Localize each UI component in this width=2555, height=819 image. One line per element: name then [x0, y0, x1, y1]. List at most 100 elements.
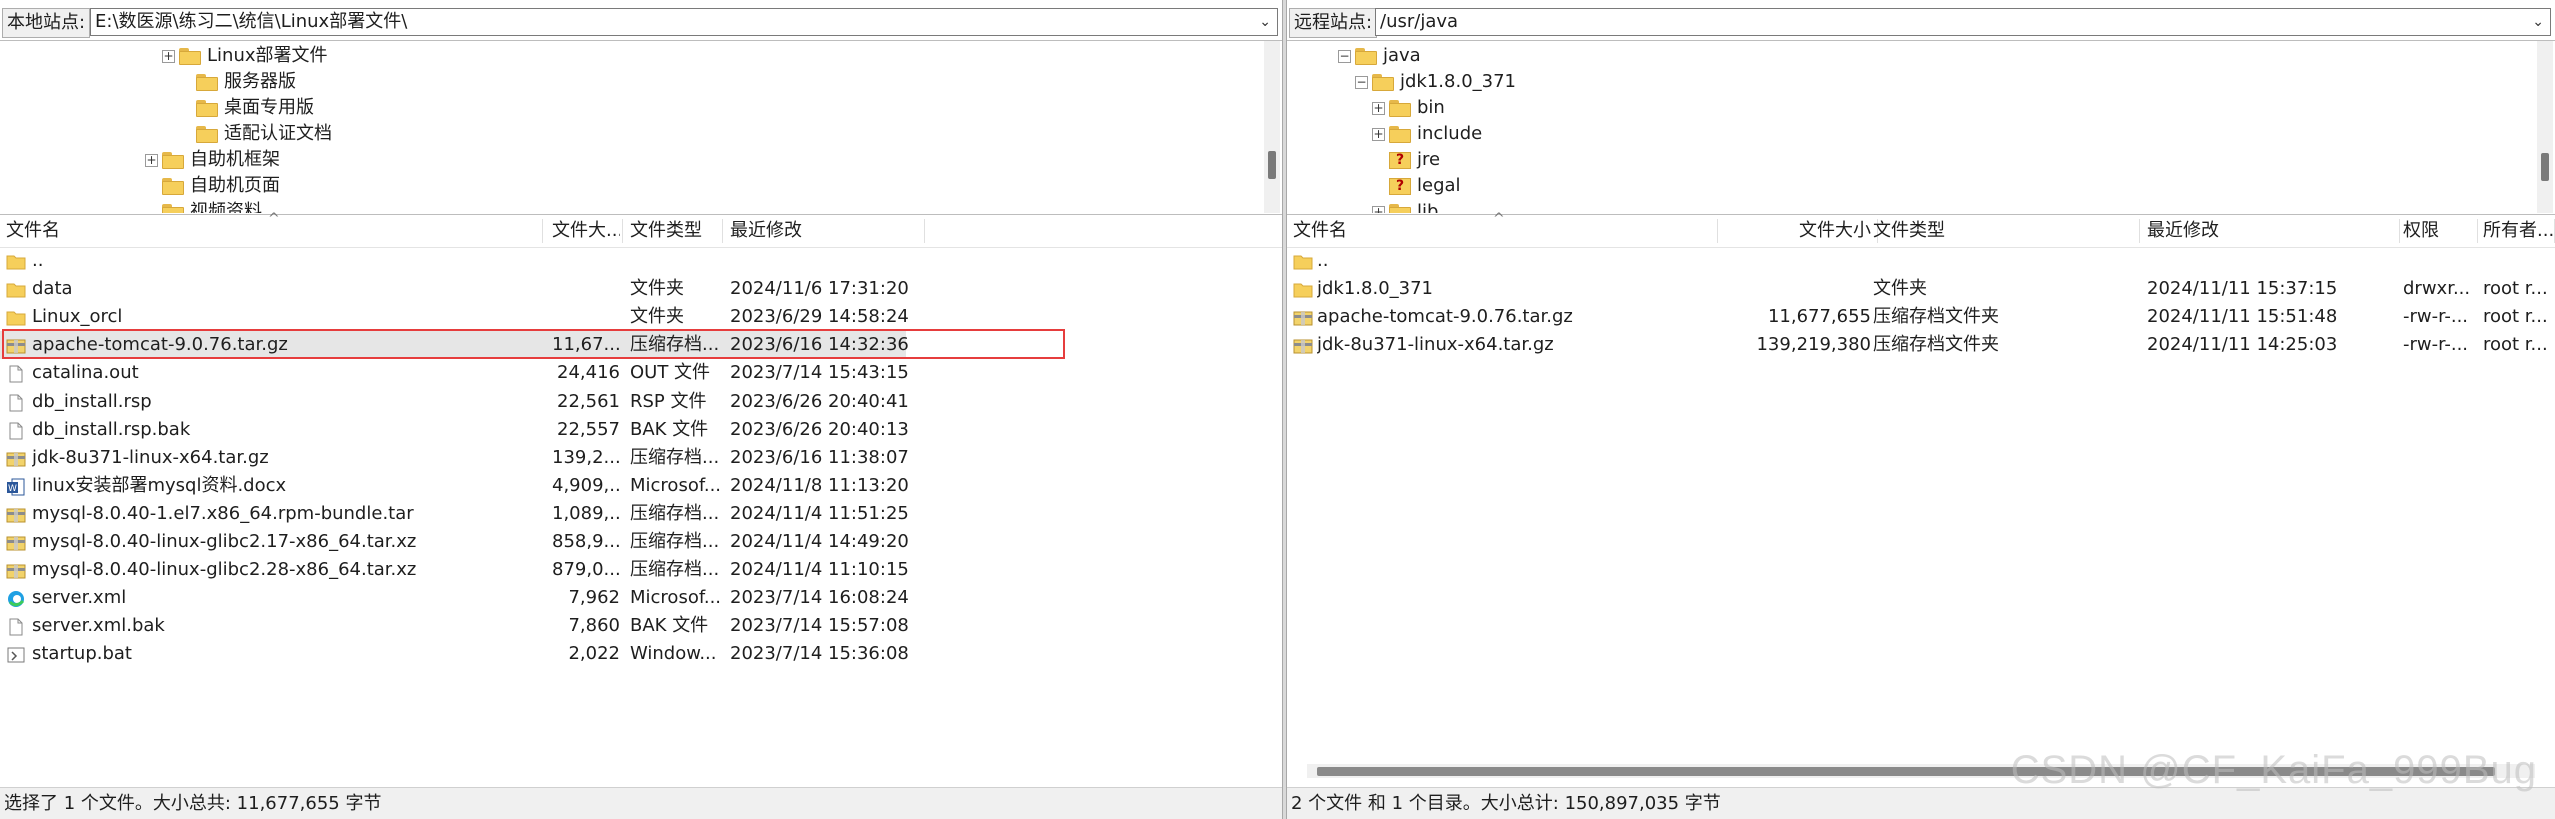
local-file-row[interactable]: db_install.rsp.bak 22,557 BAK 文件 2023/6/26 … — [0, 416, 909, 444]
remote-site-path-input[interactable]: /usr/java ⌄ — [1375, 8, 2551, 36]
column-header-type[interactable]: 文件类型 — [630, 215, 720, 247]
column-divider[interactable] — [722, 219, 723, 243]
local-tree-item-label[interactable]: 适配认证文档 — [224, 123, 332, 144]
local-cell-type[interactable]: 压缩存档... — [630, 556, 720, 584]
local-tree-item-label[interactable]: 自助机框架 — [190, 149, 280, 170]
column-divider[interactable] — [542, 219, 543, 243]
local-cell-name[interactable]: jdk-8u371-linux-x64.tar.gz — [32, 444, 526, 472]
remote-directory-tree[interactable]: − java − jdk1.8.0_371 + bin + include? jre? legal… — [1287, 40, 2555, 213]
local-cell-type[interactable]: BAK 文件 — [630, 416, 720, 444]
local-file-row[interactable]: mysql-8.0.40-1.el7.x86_64.rpm-bundle.tar… — [0, 500, 909, 528]
local-cell-name[interactable]: server.xml — [32, 584, 526, 612]
remote-cell-owner[interactable]: root r... — [2483, 275, 2555, 303]
local-cell-modified[interactable]: 2023/6/16 11:38:07 — [730, 444, 910, 472]
local-cell-size[interactable]: 879,0... — [552, 556, 620, 584]
local-tree-scrollbar[interactable] — [1264, 41, 1280, 213]
local-file-row[interactable]: server.xml.bak 7,860 BAK 文件 2023/7/14 15:57… — [0, 612, 909, 640]
remote-tree-item-label[interactable]: jre — [1417, 149, 1440, 170]
folder-icon[interactable] — [1293, 252, 1313, 270]
folder-icon[interactable] — [1372, 73, 1394, 91]
remote-cell-perms[interactable]: -rw-r-... — [2403, 331, 2475, 359]
local-tree-item[interactable]: + Linux部署文件 — [162, 43, 328, 69]
remote-cell-type[interactable]: 压缩存档文件夹 — [1873, 303, 2113, 331]
folder-icon[interactable] — [1355, 47, 1377, 65]
remote-cell-name[interactable]: jdk1.8.0_371 — [1317, 275, 1633, 303]
remote-tree-item[interactable]: − java — [1338, 43, 1421, 69]
local-cell-type[interactable]: 压缩存档... — [630, 331, 720, 359]
local-cell-modified[interactable] — [730, 247, 910, 275]
local-cell-size[interactable]: 24,416 — [552, 359, 620, 387]
folder-icon[interactable] — [1293, 280, 1313, 298]
remote-tree-item[interactable]: ? jre — [1372, 147, 1440, 173]
local-file-row[interactable]: data 文件夹 2024/11/6 17:31:20 — [0, 275, 909, 303]
local-cell-modified[interactable]: 2023/6/26 20:40:41 — [730, 388, 910, 416]
archive-icon[interactable] — [6, 449, 26, 467]
local-cell-type[interactable]: RSP 文件 — [630, 388, 720, 416]
local-tree-item-label[interactable]: 自助机页面 — [190, 175, 280, 196]
local-cell-size[interactable]: 22,561 — [552, 388, 620, 416]
remote-cell-modified[interactable]: 2024/11/11 15:37:15 — [2147, 275, 2387, 303]
local-cell-modified[interactable]: 2024/11/4 14:49:20 — [730, 528, 910, 556]
remote-cell-modified[interactable] — [2147, 247, 2387, 275]
local-cell-size[interactable]: 7,962 — [552, 584, 620, 612]
remote-cell-name[interactable]: apache-tomcat-9.0.76.tar.gz — [1317, 303, 1633, 331]
collapse-minus-icon[interactable]: − — [1355, 75, 1368, 89]
archive-icon[interactable] — [6, 505, 26, 523]
local-file-row[interactable]: Wlinux安装部署mysql资料.docx 4,909,... Microsof.… — [0, 472, 909, 500]
archive-icon[interactable] — [1293, 336, 1313, 354]
unknown-folder-icon[interactable]: ? — [1389, 177, 1411, 195]
remote-tree-item-label[interactable]: jdk1.8.0_371 — [1400, 71, 1516, 92]
sort-ascending-icon[interactable]: ^ — [268, 211, 280, 227]
local-tree-item-label[interactable]: Linux部署文件 — [207, 45, 328, 66]
column-header-perms[interactable]: 权限 — [2403, 215, 2475, 247]
column-header-owner[interactable]: 所有者... — [2483, 215, 2555, 247]
local-cell-name[interactable]: catalina.out — [32, 359, 526, 387]
column-divider[interactable] — [924, 219, 925, 243]
local-cell-size[interactable] — [552, 275, 620, 303]
local-cell-name[interactable]: mysql-8.0.40-1.el7.x86_64.rpm-bundle.tar — [32, 500, 526, 528]
folder-icon[interactable] — [162, 177, 184, 195]
column-header-size[interactable]: 文件大小 — [1723, 215, 1871, 247]
local-file-row[interactable]: mysql-8.0.40-linux-glibc2.28-x86_64.tar.… — [0, 556, 909, 584]
local-cell-name[interactable]: db_install.rsp.bak — [32, 416, 526, 444]
local-cell-modified[interactable]: 2023/7/14 16:08:24 — [730, 584, 910, 612]
remote-cell-perms[interactable]: -rw-r-... — [2403, 303, 2475, 331]
local-cell-name[interactable]: apache-tomcat-9.0.76.tar.gz — [32, 331, 526, 359]
local-tree-item-label[interactable]: 服务器版 — [224, 71, 296, 92]
local-cell-size[interactable]: 11,67... — [552, 331, 620, 359]
remote-tree-item[interactable]: + include — [1372, 121, 1482, 147]
local-cell-size[interactable]: 139,2... — [552, 444, 620, 472]
remote-cell-perms[interactable] — [2403, 247, 2475, 275]
remote-cell-type[interactable]: 文件夹 — [1873, 275, 2113, 303]
unknown-folder-icon[interactable]: ? — [1389, 151, 1411, 169]
local-cell-name[interactable]: .. — [32, 247, 526, 275]
remote-cell-name[interactable]: .. — [1317, 247, 1633, 275]
local-cell-type[interactable]: Window... — [630, 640, 720, 668]
remote-cell-type[interactable] — [1873, 247, 2113, 275]
collapse-minus-icon[interactable]: − — [1338, 49, 1351, 63]
column-header-modified[interactable]: 最近修改 — [2147, 215, 2387, 247]
local-file-row[interactable]: server.xml 7,962 Microsof... 2023/7/14 16:0… — [0, 584, 909, 612]
remote-cell-perms[interactable]: drwxr... — [2403, 275, 2475, 303]
local-cell-size[interactable] — [552, 303, 620, 331]
column-header-type[interactable]: 文件类型 — [1873, 215, 2113, 247]
remote-file-row[interactable]: jdk1.8.0_371 文件夹 2024/11/11 15:37:15 drwxr.… — [1287, 275, 2555, 303]
folder-icon[interactable] — [196, 125, 218, 143]
local-file-row[interactable]: Linux_orcl 文件夹 2023/6/29 14:58:24 — [0, 303, 909, 331]
local-cell-modified[interactable]: 2023/7/14 15:43:15 — [730, 359, 910, 387]
column-divider[interactable] — [2399, 219, 2400, 243]
folder-icon[interactable] — [1389, 125, 1411, 143]
folder-icon[interactable] — [179, 47, 201, 65]
remote-tree-item-label[interactable]: lib — [1417, 201, 1438, 213]
remote-tree-item[interactable]: + bin — [1372, 95, 1445, 121]
local-cell-modified[interactable]: 2023/6/26 20:40:13 — [730, 416, 910, 444]
folder-icon[interactable] — [6, 308, 26, 326]
chevron-down-icon[interactable]: ⌄ — [1259, 9, 1271, 35]
local-cell-type[interactable]: 文件夹 — [630, 303, 720, 331]
local-cell-modified[interactable]: 2024/11/4 11:51:25 — [730, 500, 910, 528]
column-divider[interactable] — [622, 219, 623, 243]
remote-cell-modified[interactable]: 2024/11/11 15:51:48 — [2147, 303, 2387, 331]
folder-icon[interactable] — [162, 203, 184, 213]
folder-icon[interactable] — [6, 280, 26, 298]
local-cell-size[interactable]: 858,9... — [552, 528, 620, 556]
